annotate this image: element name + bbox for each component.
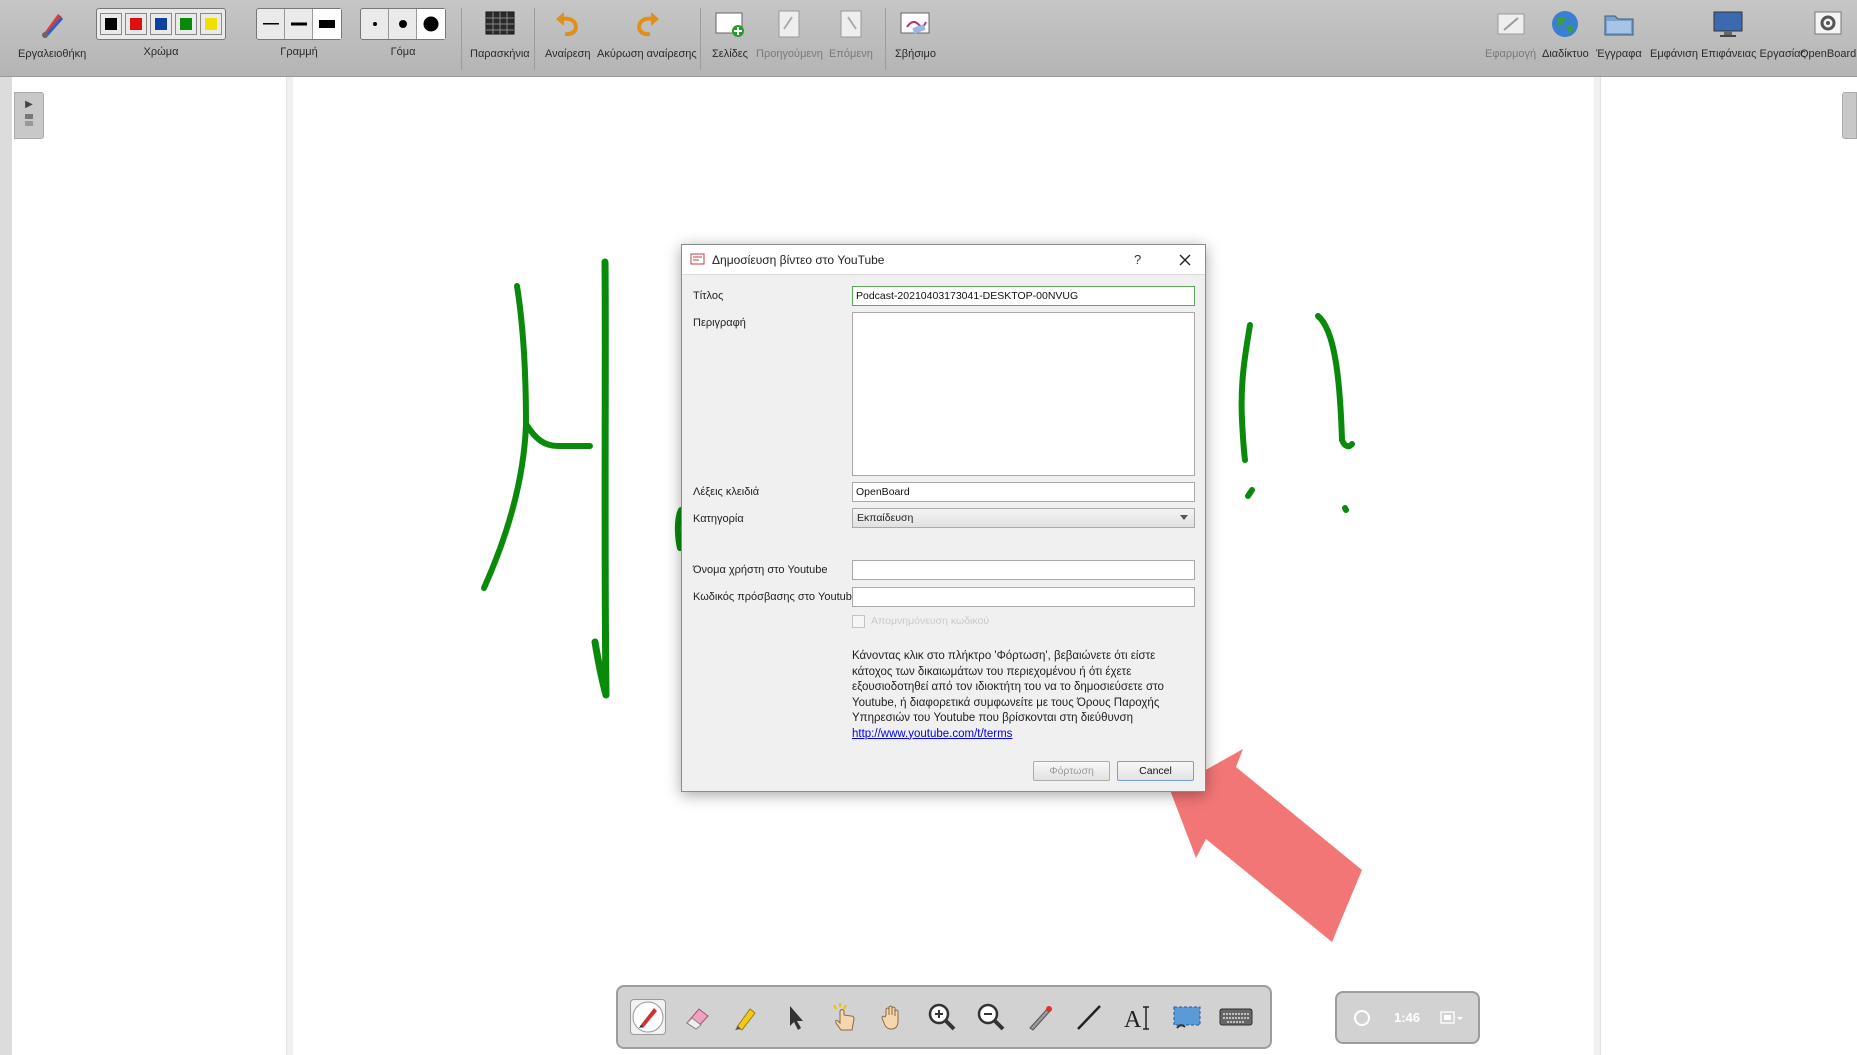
recording-time: 1:46: [1394, 1010, 1421, 1025]
record-button[interactable]: [1354, 1010, 1370, 1026]
capture-tool-button[interactable]: [1169, 999, 1205, 1035]
laser-pointer-icon: [1029, 1006, 1052, 1031]
chevron-down-icon: [1180, 515, 1188, 520]
dialog-help-button[interactable]: ?: [1134, 252, 1141, 267]
podcast-menu-icon: [1440, 1011, 1463, 1024]
eraser-icon: [686, 1008, 709, 1030]
terms-link[interactable]: http://www.youtube.com/t/terms: [852, 728, 1012, 740]
marker-tool-button[interactable]: [728, 999, 764, 1035]
selector-icon: [790, 1006, 803, 1030]
username-field-label: Όνομα χρήστη στο Youtube: [693, 564, 828, 576]
youtube-publish-dialog: Δημοσίευση βίντεο στο YouTube ? Τίτλος P…: [681, 244, 1206, 792]
keywords-field-label: Λέξεις κλειδιά: [693, 486, 760, 498]
remember-password-checkbox[interactable]: [852, 615, 865, 628]
text-tool-button[interactable]: A: [1120, 999, 1156, 1035]
dialog-title: Δημοσίευση βίντεο στο YouTube: [712, 252, 885, 267]
username-input[interactable]: [852, 560, 1195, 580]
description-textarea[interactable]: [852, 312, 1195, 476]
pen-icon: [632, 1001, 664, 1033]
ink-stroke-exclaim-2: [1315, 313, 1355, 450]
zoom-in-icon: [928, 1003, 956, 1031]
terms-notice: Κάνοντας κλικ στο πλήκτρο 'Φόρτωση', βεβ…: [852, 649, 1192, 742]
zoom-out-tool-button[interactable]: [973, 999, 1009, 1035]
dialog-title-bar: Δημοσίευση βίντεο στο YouTube: [682, 245, 1205, 275]
category-selected-value: Εκπαίδευση: [857, 512, 914, 524]
marker-icon: [735, 1008, 756, 1031]
svg-text:A: A: [1124, 1007, 1142, 1033]
ink-stroke-exclaim-2-dot: [1342, 505, 1349, 513]
laser-pointer-tool-button[interactable]: [1022, 999, 1058, 1035]
remember-password-label: Απομνημόνευση κωδικού: [871, 615, 990, 627]
upload-button[interactable]: Φόρτωση: [1033, 761, 1110, 781]
podcast-palette: 1:46: [1335, 991, 1480, 1044]
close-icon: [1179, 254, 1191, 266]
description-field-label: Περιγραφή: [693, 317, 746, 329]
zoom-out-icon: [977, 1003, 1005, 1031]
ink-stroke-exclaim-1: [1238, 322, 1253, 463]
hand-icon: [881, 1005, 899, 1030]
keyboard-icon: [1219, 1008, 1253, 1026]
pen-tool-button[interactable]: [630, 999, 666, 1035]
text-icon: A: [1124, 1006, 1149, 1033]
line-icon: [1077, 1005, 1101, 1030]
zoom-in-tool-button[interactable]: [924, 999, 960, 1035]
password-input[interactable]: [852, 587, 1195, 607]
capture-icon: [1173, 1006, 1201, 1029]
terms-notice-text: Κάνοντας κλικ στο πλήκτρο 'Φόρτωση', βεβ…: [852, 650, 1164, 724]
eraser-tool-button[interactable]: [679, 999, 715, 1035]
cancel-button[interactable]: Cancel: [1117, 761, 1194, 781]
selector-tool-button[interactable]: [777, 999, 813, 1035]
ink-stroke-exclaim-1-dot: [1245, 487, 1255, 499]
category-field-label: Κατηγορία: [693, 513, 744, 525]
keywords-input[interactable]: OpenBoard: [852, 482, 1195, 502]
title-input[interactable]: Podcast-20210403173041-DESKTOP-00NVUG: [852, 286, 1195, 306]
hand-tool-button[interactable]: [875, 999, 911, 1035]
interact-icon: [833, 1003, 855, 1031]
ink-stroke-h-bar: [523, 421, 593, 449]
stylus-tool-palette: A: [616, 985, 1272, 1049]
line-tool-button[interactable]: [1071, 999, 1107, 1035]
ink-stroke-arrow-line: [591, 258, 610, 699]
keyboard-tool-button[interactable]: [1218, 999, 1254, 1035]
podcast-options-button[interactable]: [1440, 1010, 1466, 1031]
title-field-label: Τίτλος: [693, 290, 724, 302]
category-select[interactable]: Εκπαίδευση: [852, 508, 1195, 528]
dialog-app-icon: [690, 253, 705, 264]
dialog-close-button[interactable]: [1174, 250, 1196, 270]
password-field-label: Κωδικός πρόσβασης στο Youtube: [693, 591, 859, 603]
ink-stroke-h-left: [481, 283, 529, 591]
interact-tool-button[interactable]: [826, 999, 862, 1035]
